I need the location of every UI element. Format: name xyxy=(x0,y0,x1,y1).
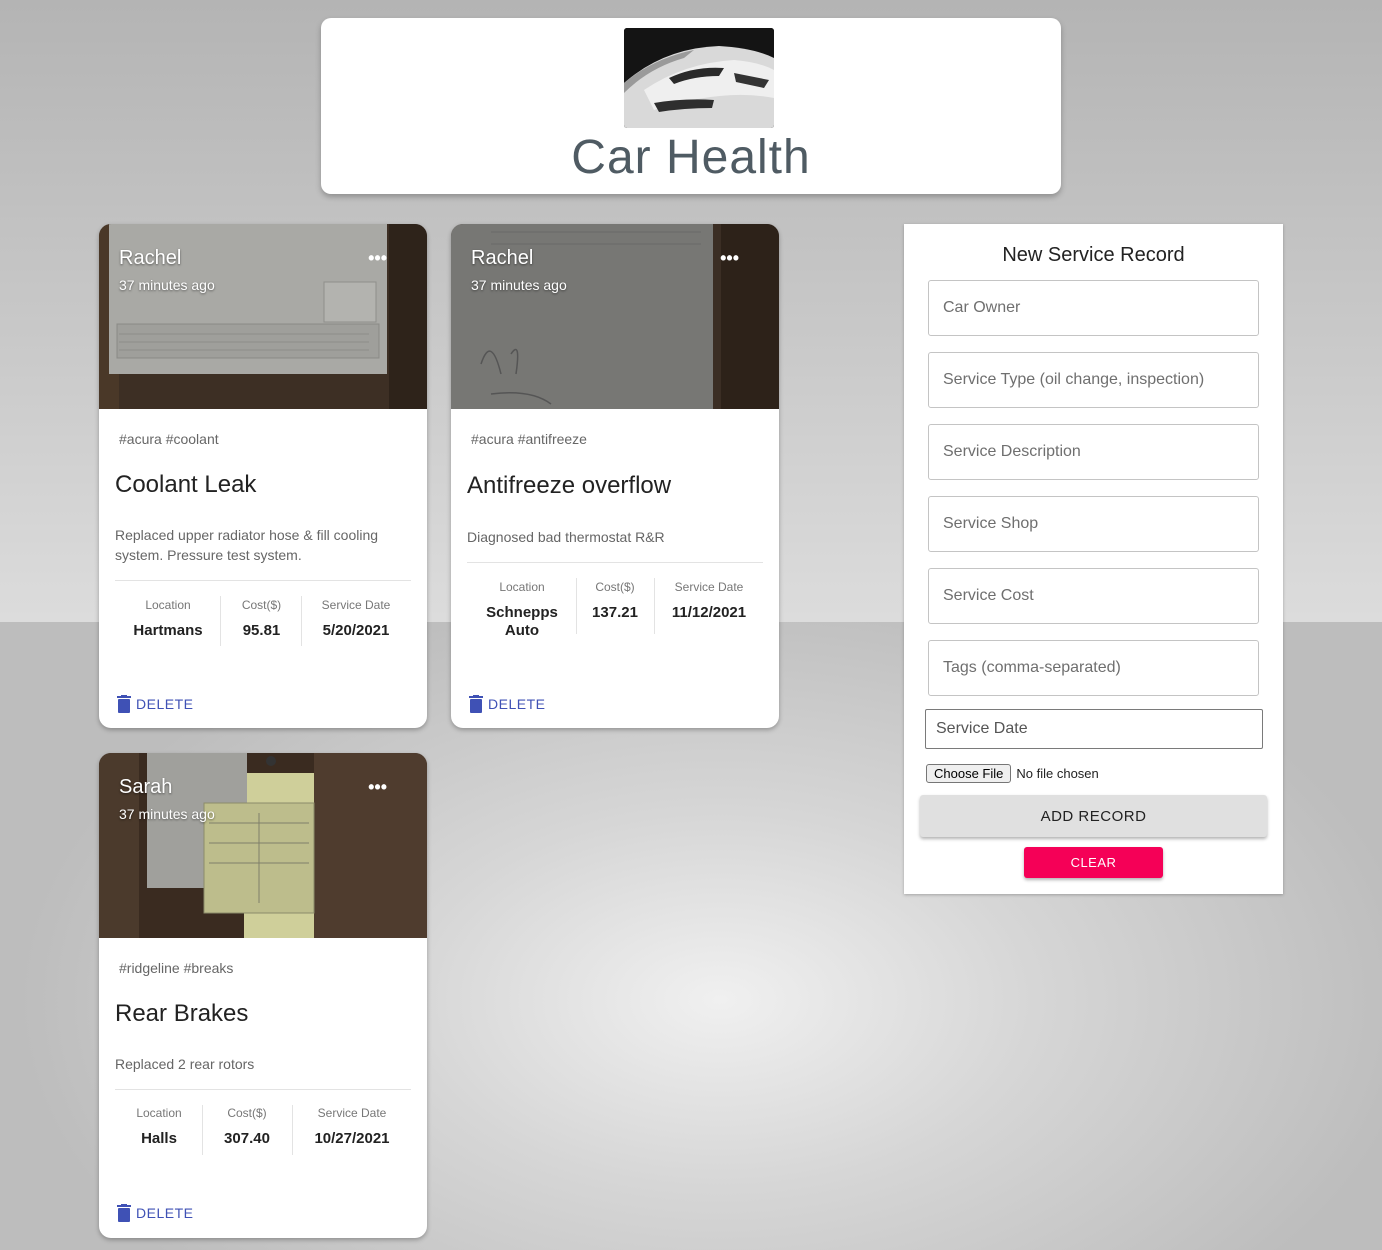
service-card: Rachel 37 minutes ago ••• #acura #coolan… xyxy=(99,224,427,728)
stat-separator xyxy=(654,578,655,634)
delete-button[interactable]: DELETE xyxy=(117,1204,193,1222)
date-value: 11/12/2021 xyxy=(671,604,747,621)
receipt-photo: Rachel 37 minutes ago ••• xyxy=(451,224,779,409)
cost-label: Cost($) xyxy=(241,598,282,612)
stat-date: Service Date 10/27/2021 xyxy=(297,1106,407,1148)
delete-button[interactable]: DELETE xyxy=(469,695,545,713)
cost-label: Cost($) xyxy=(595,580,635,594)
date-value: 10/27/2021 xyxy=(314,1130,390,1147)
card-title: Antifreeze overflow xyxy=(467,472,672,499)
card-description: Diagnosed bad thermostat R&R xyxy=(467,529,665,545)
date-value: 5/20/2021 xyxy=(322,622,390,639)
service-card: Rachel 37 minutes ago ••• #acura #antifr… xyxy=(451,224,779,728)
date-label: Service Date xyxy=(321,598,391,612)
card-owner: Rachel xyxy=(471,247,534,269)
clear-button[interactable]: CLEAR xyxy=(1024,847,1163,878)
stat-location: Location Halls xyxy=(121,1106,197,1148)
trash-icon xyxy=(117,1204,131,1222)
file-status: No file chosen xyxy=(1016,766,1099,781)
car-owner-field[interactable] xyxy=(928,280,1259,336)
delete-button[interactable]: DELETE xyxy=(117,695,193,713)
app-header: Car Health xyxy=(321,18,1061,194)
choose-file-button[interactable]: Choose File xyxy=(926,764,1012,783)
card-tags: #acura #antifreeze xyxy=(471,431,587,447)
card-timestamp: 37 minutes ago xyxy=(119,806,215,822)
stat-separator xyxy=(576,578,577,634)
delete-label: DELETE xyxy=(136,696,194,712)
file-picker: Choose File No file chosen xyxy=(926,764,1099,783)
card-title: Rear Brakes xyxy=(115,1000,249,1027)
card-owner: Sarah xyxy=(119,776,173,798)
service-date-field[interactable] xyxy=(925,709,1263,749)
cost-value: 307.40 xyxy=(224,1130,270,1147)
date-label: Service Date xyxy=(674,580,744,594)
stat-separator xyxy=(301,596,302,646)
more-options-icon[interactable]: ••• xyxy=(368,248,387,269)
stat-separator xyxy=(202,1105,203,1155)
stat-cost: Cost($) 95.81 xyxy=(225,598,298,640)
card-description: Replaced 2 rear rotors xyxy=(115,1056,255,1072)
receipt-photo: Rachel 37 minutes ago ••• xyxy=(99,224,427,409)
location-value: Schnepps Auto xyxy=(486,604,558,639)
add-record-button[interactable]: ADD RECORD xyxy=(920,795,1267,837)
service-shop-field[interactable] xyxy=(928,496,1259,552)
delete-label: DELETE xyxy=(488,696,546,712)
card-owner: Rachel xyxy=(119,247,182,269)
stat-location: Location Hartmans xyxy=(121,598,215,640)
stat-cost: Cost($) 137.21 xyxy=(581,580,649,622)
more-options-icon[interactable]: ••• xyxy=(720,248,739,269)
card-title: Coolant Leak xyxy=(115,471,257,498)
app-title: Car Health xyxy=(571,131,811,184)
stat-cost: Cost($) 307.40 xyxy=(207,1106,287,1148)
receipt-photo: Sarah 37 minutes ago ••• xyxy=(99,753,427,938)
location-value: Halls xyxy=(141,1130,177,1147)
service-cost-field[interactable] xyxy=(928,568,1259,624)
new-service-record-form: New Service Record Choose File No file c… xyxy=(904,224,1283,894)
stat-date: Service Date 5/20/2021 xyxy=(306,598,406,640)
card-timestamp: 37 minutes ago xyxy=(471,277,567,293)
service-type-field[interactable] xyxy=(928,352,1259,408)
stat-date: Service Date 11/12/2021 xyxy=(659,580,759,622)
location-label: Location xyxy=(499,580,545,594)
trash-icon xyxy=(469,695,483,713)
location-label: Location xyxy=(145,598,191,612)
cost-label: Cost($) xyxy=(227,1106,267,1120)
card-divider xyxy=(115,1089,411,1090)
location-value: Hartmans xyxy=(133,622,203,639)
card-description: Replaced upper radiator hose & fill cool… xyxy=(115,527,379,563)
service-description-field[interactable] xyxy=(928,424,1259,480)
card-divider xyxy=(467,562,763,563)
trash-icon xyxy=(117,695,131,713)
delete-label: DELETE xyxy=(136,1205,194,1221)
date-label: Service Date xyxy=(317,1106,387,1120)
service-card: Sarah 37 minutes ago ••• #ridgeline #bre… xyxy=(99,753,427,1238)
stat-separator xyxy=(292,1105,293,1155)
more-options-icon[interactable]: ••• xyxy=(368,777,387,798)
stat-separator xyxy=(220,596,221,646)
card-tags: #ridgeline #breaks xyxy=(119,960,234,976)
card-divider xyxy=(115,580,411,581)
card-timestamp: 37 minutes ago xyxy=(119,277,215,293)
stat-location: Location Schnepps Auto xyxy=(473,580,571,640)
tags-field[interactable] xyxy=(928,640,1259,696)
form-title: New Service Record xyxy=(1002,244,1185,266)
location-label: Location xyxy=(136,1106,182,1120)
cost-value: 137.21 xyxy=(592,604,638,621)
card-tags: #acura #coolant xyxy=(119,431,219,447)
sports-car-logo xyxy=(624,28,774,128)
cost-value: 95.81 xyxy=(242,622,281,639)
